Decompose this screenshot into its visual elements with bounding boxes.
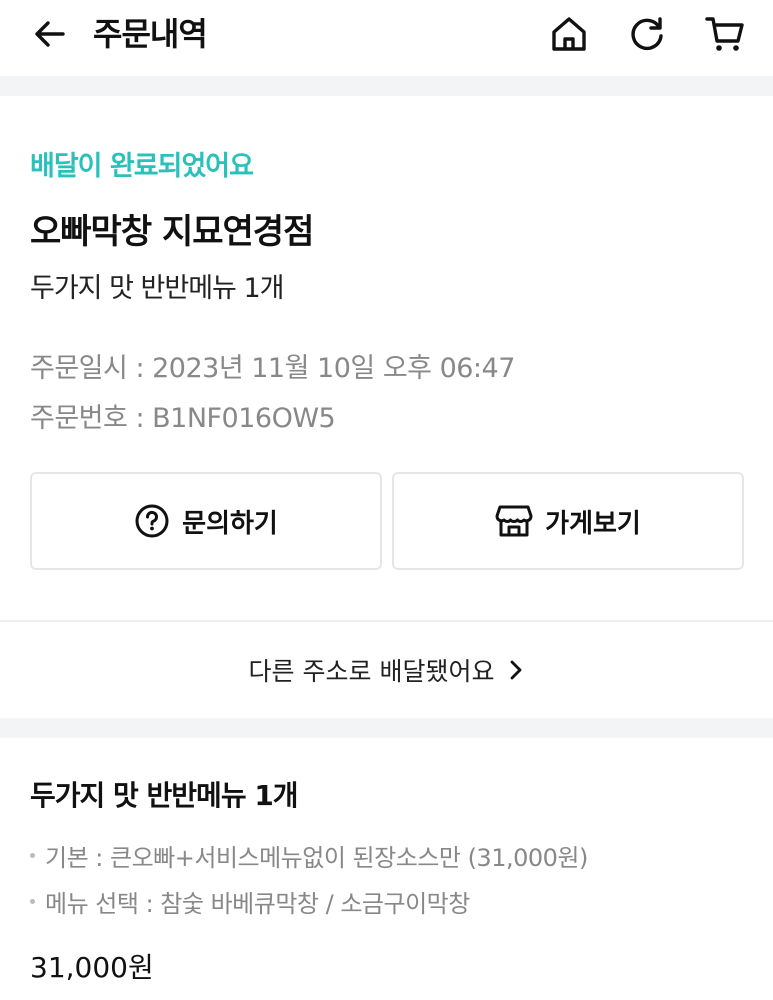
store-icon <box>495 505 533 537</box>
menu-option: 기본 : 큰오빠+서비스메뉴없이 된장소스만 (31,000원) <box>30 838 588 873</box>
cart-icon <box>705 17 744 51</box>
menu-option: 메뉴 선택 : 참숯 바베큐막창 / 소금구이막창 <box>30 884 470 919</box>
refresh-icon <box>631 17 663 51</box>
back-button[interactable] <box>30 14 70 54</box>
menu-item-title: 두가지 맛 반반메뉴 1개 <box>30 779 299 812</box>
action-buttons: 문의하기 가게보기 <box>30 472 744 570</box>
header-actions <box>547 12 747 56</box>
view-store-label: 가게보기 <box>545 508 641 539</box>
arrow-left-icon <box>35 21 65 47</box>
delivery-status: 배달이 완료되었어요 <box>30 151 254 182</box>
refresh-button[interactable] <box>625 12 669 56</box>
question-circle-icon <box>135 504 169 538</box>
cart-button[interactable] <box>703 12 747 56</box>
bullet-dot <box>30 899 35 904</box>
inquiry-label: 문의하기 <box>182 508 278 539</box>
inquiry-button[interactable]: 문의하기 <box>30 472 382 570</box>
menu-option-text: 메뉴 선택 : 참숯 바베큐막창 / 소금구이막창 <box>45 890 470 918</box>
order-number: 주문번호 : B1NF016OW5 <box>30 403 336 434</box>
bullet-dot <box>30 853 35 858</box>
menu-option-text: 기본 : 큰오빠+서비스메뉴없이 된장소스만 (31,000원) <box>45 844 588 872</box>
order-date: 주문일시 : 2023년 11월 10일 오후 06:47 <box>30 353 515 384</box>
chevron-right-icon <box>511 660 522 680</box>
store-name[interactable]: 오빠막창 지묘연경점 <box>30 204 314 253</box>
home-icon <box>552 17 586 51</box>
menu-summary: 두가지 맛 반반메뉴 1개 <box>30 273 284 304</box>
menu-detail-section: 두가지 맛 반반메뉴 1개 기본 : 큰오빠+서비스메뉴없이 된장소스만 (31… <box>0 738 773 1000</box>
section-separator <box>0 76 773 96</box>
view-store-button[interactable]: 가게보기 <box>392 472 744 570</box>
page-title: 주문내역 <box>93 15 208 53</box>
address-notice-link[interactable]: 다른 주소로 배달됐어요 <box>0 622 773 718</box>
top-app-bar: 주문내역 <box>0 0 773 76</box>
section-separator <box>0 718 773 738</box>
address-notice-text: 다른 주소로 배달됐어요 <box>248 657 495 686</box>
home-button[interactable] <box>547 12 591 56</box>
order-summary-card: 배달이 완료되었어요 오빠막창 지묘연경점 두가지 맛 반반메뉴 1개 주문일시… <box>0 96 773 620</box>
menu-price: 31,000원 <box>30 951 154 984</box>
